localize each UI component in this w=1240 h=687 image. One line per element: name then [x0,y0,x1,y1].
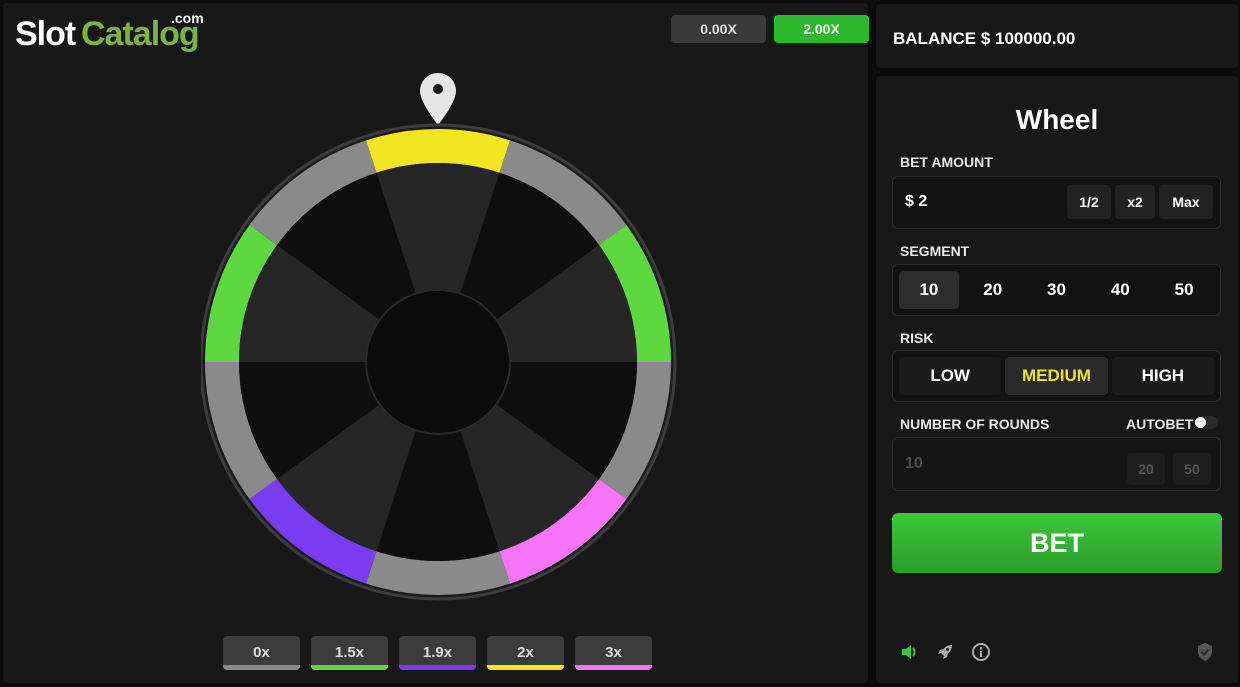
bet-amount-field[interactable]: $ 2 1/2 x2 Max [892,176,1221,229]
logo-com: .com [171,10,204,26]
half-bet-button[interactable]: 1/2 [1067,185,1111,219]
segment-option-10[interactable]: 10 [899,271,959,309]
legend-3x: 3x [575,636,652,670]
bet-amount-value[interactable]: $ 2 [905,193,927,211]
risk-option-medium[interactable]: MEDIUM [1005,357,1108,395]
autobet-toggle-knob [1195,417,1206,428]
rounds-50-button[interactable]: 50 [1173,453,1211,485]
double-bet-button[interactable]: x2 [1115,185,1155,219]
segment-option-40[interactable]: 40 [1090,271,1150,309]
wheel-hub [365,289,511,435]
game-area: Slot Catalog .com 0.00X 2.00X 0x 1.5x 1.… [3,3,869,683]
control-panel: Wheel BET AMOUNT $ 2 1/2 x2 Max SEGMENT … [876,76,1238,683]
wheel-graphic [201,73,677,601]
segment-selector: 10 20 30 40 50 [892,264,1221,316]
risk-selector: LOW MEDIUM HIGH [892,350,1221,402]
bet-amount-label: BET AMOUNT [900,154,993,170]
bet-button[interactable]: BET [892,513,1222,573]
rocket-icon[interactable] [934,641,956,663]
wheel [201,73,681,603]
map-pin-icon [420,73,456,125]
game-title: Wheel [1015,104,1099,135]
risk-option-low[interactable]: LOW [899,357,1002,395]
history-item-2: 2.00X [774,15,869,43]
rounds-field[interactable]: 10 20 50 [892,437,1221,491]
legend-2x: 2x [487,636,564,670]
info-icon[interactable] [970,641,992,663]
risk-option-high[interactable]: HIGH [1111,357,1214,395]
segment-option-20[interactable]: 20 [963,271,1023,309]
autobet-label: AUTOBET [1126,416,1194,432]
max-bet-button[interactable]: Max [1159,185,1213,219]
rounds-label: NUMBER OF ROUNDS [900,416,1050,432]
balance-text: BALANCE $ 100000.00 [893,29,1076,48]
rounds-20-button[interactable]: 20 [1127,453,1165,485]
segment-label: SEGMENT [900,243,970,259]
legend-1-9x: 1.9x [399,636,476,670]
sound-icon[interactable] [898,641,920,663]
autobet-toggle[interactable] [1194,416,1218,429]
risk-label: RISK [900,330,934,346]
shield-icon[interactable] [1194,641,1216,663]
legend-1-5x: 1.5x [311,636,388,670]
multiplier-legend: 0x 1.5x 1.9x 2x 3x [223,636,652,670]
segment-option-30[interactable]: 30 [1027,271,1087,309]
slotcatalog-logo: Slot Catalog .com [15,10,215,55]
balance-panel: BALANCE $ 100000.00 [876,4,1238,68]
legend-0x: 0x [223,636,300,670]
rounds-value[interactable]: 10 [905,455,923,473]
logo-slot: Slot [15,15,76,53]
segment-option-50[interactable]: 50 [1154,271,1214,309]
history-item-1: 0.00X [671,15,766,43]
